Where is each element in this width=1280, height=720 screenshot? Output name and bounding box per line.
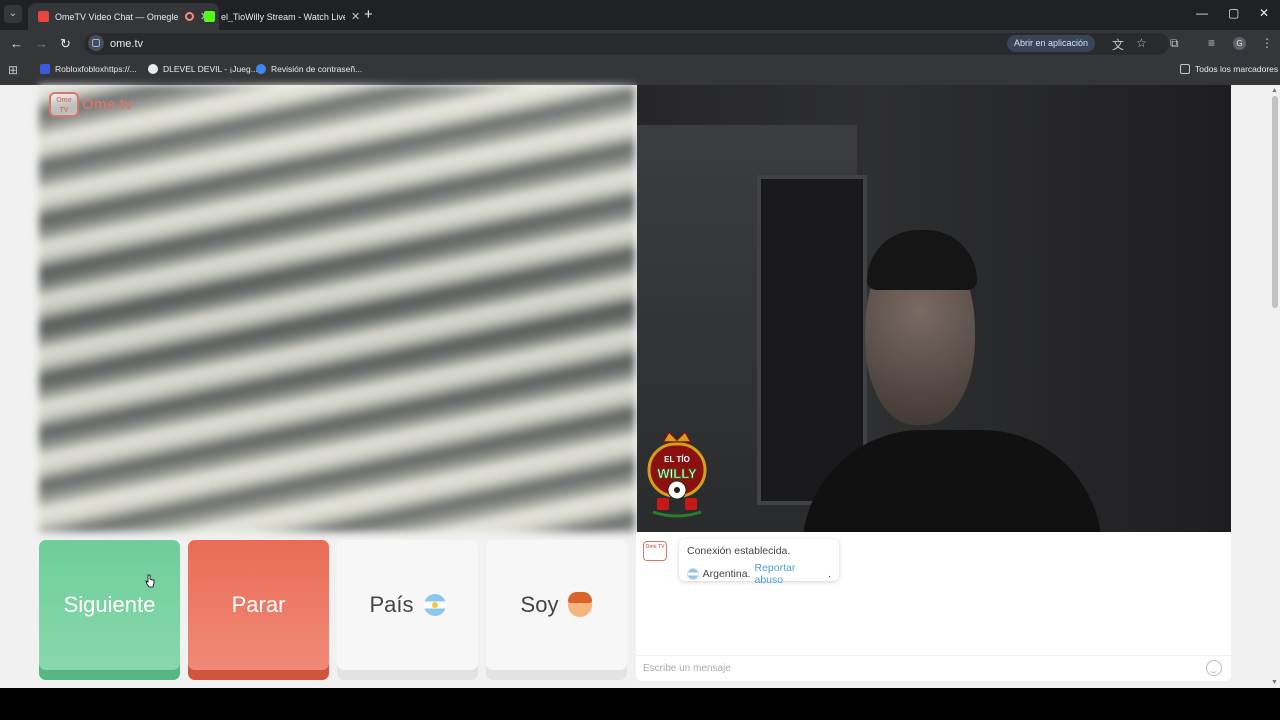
close-window-button[interactable]: ✕ bbox=[1259, 6, 1269, 20]
svg-text:EL TÍO: EL TÍO bbox=[664, 455, 690, 464]
scroll-down-arrow-icon[interactable]: ▼ bbox=[1271, 679, 1278, 686]
translate-icon[interactable]: 文 bbox=[1112, 36, 1124, 53]
forward-button[interactable]: → bbox=[35, 36, 48, 51]
apps-icon[interactable]: ⊞ bbox=[8, 63, 18, 77]
country-row: Argentina. Reportar abuso. bbox=[687, 562, 831, 586]
close-tab-icon[interactable]: ✕ bbox=[351, 10, 360, 23]
person-hair bbox=[867, 230, 977, 290]
report-abuse-link[interactable]: Reportar abuso bbox=[754, 562, 824, 586]
folder-icon bbox=[1180, 64, 1190, 74]
tab-kick-stream[interactable]: el_TioWilly Stream - Watch Live on ✕ bbox=[194, 3, 370, 30]
scrollbar-thumb[interactable] bbox=[1272, 96, 1278, 308]
tab-search-button[interactable]: ⌄ bbox=[4, 5, 22, 23]
url-text[interactable]: ome.tv bbox=[110, 38, 143, 50]
stop-button[interactable]: Parar bbox=[188, 540, 329, 680]
system-message-bubble: Conexión establecida. Argentina. Reporta… bbox=[679, 539, 839, 586]
tab-ometv[interactable]: OmeTV Video Chat — Omegle ✕ bbox=[28, 3, 220, 30]
hand-cursor-icon bbox=[145, 574, 155, 588]
ometv-favicon-icon bbox=[38, 11, 49, 22]
google-icon bbox=[256, 64, 266, 74]
el-tio-willy-logo: EL TÍO WILLY bbox=[647, 430, 707, 518]
new-tab-button[interactable]: + bbox=[364, 6, 373, 23]
site-info-icon[interactable] bbox=[88, 35, 104, 51]
gender-selector-button[interactable]: Soy bbox=[486, 540, 627, 680]
boy-emoji-icon bbox=[568, 592, 593, 617]
partner-country-text: Argentina. bbox=[702, 568, 751, 580]
connection-status-text: Conexión establecida. bbox=[687, 545, 791, 557]
roblox-favicon-icon bbox=[40, 64, 50, 74]
extensions-icon[interactable]: ⧉ bbox=[1170, 36, 1179, 51]
reload-button[interactable]: ↻ bbox=[60, 36, 71, 52]
next-button[interactable]: Siguiente bbox=[39, 540, 180, 680]
minimize-button[interactable]: — bbox=[1196, 6, 1208, 20]
country-selector-button[interactable]: País bbox=[337, 540, 478, 680]
message-input-container bbox=[636, 655, 1231, 681]
scroll-up-arrow-icon[interactable]: ▲ bbox=[1271, 87, 1278, 94]
open-in-app-button[interactable]: Abrir en aplicación bbox=[1007, 35, 1096, 52]
argentina-flag-icon bbox=[423, 594, 446, 616]
media-controls-icon[interactable]: ≡ bbox=[1208, 36, 1215, 50]
back-button[interactable]: ← bbox=[10, 36, 23, 51]
bookmark-item-password-checkup[interactable]: Revisión de contraseñ... bbox=[256, 64, 362, 74]
message-input[interactable] bbox=[636, 656, 1176, 680]
ometv-logo[interactable]: Ome TV Ome.tv bbox=[49, 92, 133, 117]
bookmark-item-roblox[interactable]: Robloxfobloxhttps://... bbox=[40, 64, 137, 74]
remote-video bbox=[637, 85, 1231, 532]
bookmark-item-level-devil[interactable]: DLEVEL DEVIL - ¡Jueg... bbox=[148, 64, 258, 74]
letterbox-bottom bbox=[0, 688, 1280, 720]
argentina-flag-icon bbox=[687, 568, 699, 580]
all-bookmarks-folder[interactable]: Todos los marcadores bbox=[1180, 64, 1278, 74]
svg-text:WILLY: WILLY bbox=[657, 466, 697, 481]
profile-avatar[interactable]: G bbox=[1233, 37, 1246, 50]
ometv-chat-avatar-icon: Ome TV bbox=[643, 541, 667, 561]
bookmark-star-icon[interactable]: ☆ bbox=[1136, 36, 1147, 50]
kick-favicon-icon bbox=[204, 11, 215, 22]
maximize-button[interactable]: ▢ bbox=[1228, 6, 1239, 20]
emoji-icon[interactable] bbox=[1206, 660, 1222, 676]
menu-icon[interactable]: ⋮ bbox=[1261, 36, 1273, 50]
local-video bbox=[39, 85, 635, 532]
globe-icon bbox=[148, 64, 158, 74]
tv-logo-icon: Ome TV bbox=[49, 92, 79, 117]
recording-icon bbox=[185, 12, 194, 21]
